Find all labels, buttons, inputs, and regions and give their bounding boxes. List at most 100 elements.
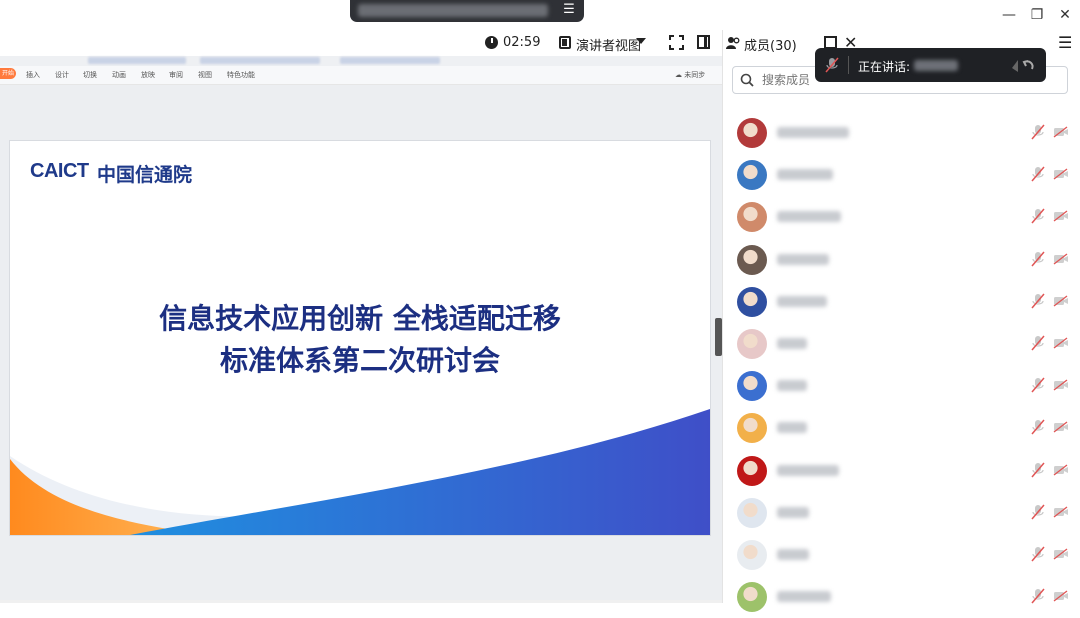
ppt-ribbon (0, 66, 722, 85)
member-row[interactable] (723, 281, 1080, 323)
presenter-view-icon[interactable] (559, 36, 571, 49)
slide[interactable] (10, 141, 710, 535)
member-row[interactable] (723, 154, 1080, 196)
clock-icon (485, 36, 498, 49)
members-icon (726, 37, 740, 49)
avatar (737, 371, 767, 402)
member-row[interactable] (723, 323, 1080, 365)
muted-mic-icon[interactable] (1031, 208, 1045, 224)
muted-mic-icon[interactable] (1031, 546, 1045, 562)
camera-off-icon[interactable] (1053, 337, 1069, 349)
avatar (737, 413, 767, 444)
ppt-doc-tab[interactable] (88, 57, 186, 64)
ribbon-tab-features[interactable]: 特色功能 (227, 70, 255, 80)
camera-off-icon[interactable] (1053, 421, 1069, 433)
more-menu-icon[interactable]: ☰ (1058, 33, 1072, 52)
member-name (777, 211, 841, 223)
camera-off-icon[interactable] (1053, 295, 1069, 307)
window-close-button[interactable]: ✕ (1056, 6, 1074, 24)
muted-mic-icon[interactable] (1031, 293, 1045, 309)
slide-title-line-2: 标准体系第二次研讨会 (219, 344, 500, 377)
presentation-timer: 02:59 (503, 35, 541, 50)
ribbon-tab-start[interactable]: 开始 (0, 68, 16, 79)
toast-divider (848, 56, 849, 74)
member-row[interactable] (723, 196, 1080, 238)
member-name (777, 380, 807, 392)
ribbon-tab-review[interactable]: 审阅 (169, 70, 183, 80)
member-name (777, 127, 849, 138)
search-icon (740, 73, 754, 87)
muted-mic-icon[interactable] (1031, 588, 1045, 604)
muted-mic-icon[interactable] (1031, 124, 1045, 140)
member-name (777, 549, 809, 560)
caict-logo-cn: 中国信通院 (97, 164, 193, 186)
camera-off-icon[interactable] (1053, 168, 1069, 180)
member-row[interactable] (723, 492, 1080, 534)
presenter-view-dropdown[interactable]: 演讲者视图 (576, 35, 641, 54)
avatar (737, 329, 767, 359)
speaking-member-name (914, 60, 958, 71)
muted-mic-icon (825, 57, 839, 73)
avatar (737, 540, 767, 570)
member-row[interactable] (723, 112, 1080, 154)
minimize-button[interactable]: — (1000, 6, 1018, 24)
member-name (777, 506, 809, 518)
avatar (737, 244, 767, 275)
member-row[interactable] (723, 450, 1080, 492)
panel-resize-handle[interactable] (715, 318, 722, 356)
muted-mic-icon[interactable] (1031, 419, 1045, 435)
member-row[interactable] (723, 534, 1080, 576)
camera-off-icon[interactable] (1053, 464, 1069, 476)
members-title: 成员(30) (744, 39, 797, 54)
member-row[interactable] (723, 407, 1080, 449)
camera-off-icon[interactable] (1053, 379, 1069, 391)
member-name (777, 591, 831, 603)
fullscreen-icon[interactable] (669, 35, 684, 50)
ribbon-tab-transition[interactable]: 切换 (83, 70, 97, 80)
avatar (737, 455, 767, 486)
chevron-down-icon[interactable] (636, 38, 646, 44)
caict-logo: CAICT (30, 160, 89, 182)
camera-off-icon[interactable] (1053, 548, 1069, 560)
ppt-doc-tab[interactable] (340, 57, 440, 64)
member-name (777, 422, 807, 434)
muted-mic-icon[interactable] (1031, 166, 1045, 182)
ribbon-tab-animation[interactable]: 动画 (112, 70, 126, 80)
member-row[interactable] (723, 239, 1080, 281)
ribbon-tab-slideshow[interactable]: 放映 (141, 70, 155, 80)
avatar (737, 286, 767, 317)
share-menu-icon[interactable]: ☰ (562, 3, 576, 17)
audio-level-icon (1012, 60, 1034, 72)
camera-off-icon[interactable] (1053, 590, 1069, 602)
avatar (737, 118, 767, 148)
speaking-label: 正在讲话: (858, 60, 911, 74)
member-row[interactable] (723, 365, 1080, 407)
ribbon-tab-insert[interactable]: 插入 (26, 70, 40, 80)
slide-wave-decoration (10, 409, 710, 535)
ppt-doc-tab[interactable] (200, 57, 320, 64)
ribbon-tab-design[interactable]: 设计 (55, 70, 69, 80)
muted-mic-icon[interactable] (1031, 504, 1045, 520)
ribbon-tab-view[interactable]: 视图 (198, 70, 212, 80)
camera-off-icon[interactable] (1053, 126, 1069, 138)
member-name (777, 169, 833, 181)
muted-mic-icon[interactable] (1031, 251, 1045, 267)
muted-mic-icon[interactable] (1031, 462, 1045, 478)
camera-off-icon[interactable] (1053, 253, 1069, 265)
screen-share-banner[interactable]: ☰ (350, 0, 584, 22)
member-name (777, 464, 839, 476)
camera-off-icon[interactable] (1053, 506, 1069, 518)
side-panel-toggle-icon[interactable] (697, 35, 710, 49)
muted-mic-icon[interactable] (1031, 377, 1045, 393)
avatar (737, 582, 767, 613)
avatar (737, 497, 767, 528)
share-banner-text (358, 4, 548, 17)
member-name (777, 253, 829, 265)
muted-mic-icon[interactable] (1031, 335, 1045, 351)
sync-status-label: 未同步 (684, 71, 706, 79)
slide-title-line-1: 信息技术应用创新 全栈适配迁移 (159, 302, 561, 335)
camera-off-icon[interactable] (1053, 210, 1069, 222)
restore-button[interactable]: ❐ (1028, 6, 1046, 24)
member-name (777, 338, 807, 349)
member-row[interactable] (723, 576, 1080, 618)
